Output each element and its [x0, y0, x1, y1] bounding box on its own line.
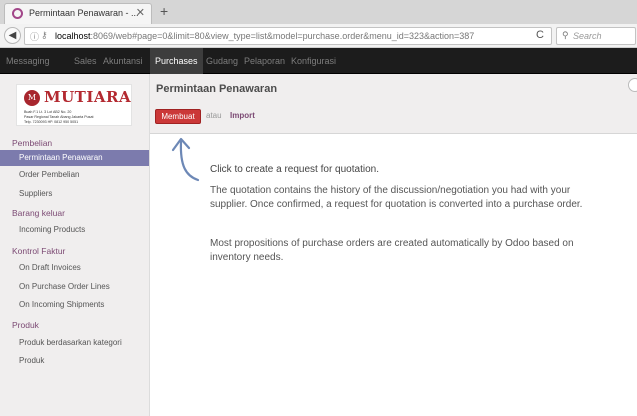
- create-button[interactable]: Membuat: [155, 109, 201, 124]
- settings-circle-icon[interactable]: [628, 78, 637, 92]
- url-path: :8069/web#page=0&limit=80&view_type=list…: [90, 31, 475, 41]
- help-lead-text: Click to create a request for quotation.: [210, 164, 379, 175]
- logo-emblem-icon: M: [24, 90, 40, 106]
- sidebar-heading-barang-keluar: Barang keluar: [12, 208, 65, 218]
- menu-item-purchases[interactable]: Purchases: [150, 48, 203, 74]
- tab-title: Permintaan Penawaran - ...: [29, 8, 139, 18]
- top-menu: Messaging Sales Akuntansi Purchases Guda…: [0, 48, 637, 74]
- sidebar-item-on-draft-invoices[interactable]: On Draft Invoices: [0, 260, 149, 276]
- main-content: Permintaan Penawaran Membuat atau Import…: [150, 74, 637, 416]
- sidebar-item-order-pembelian[interactable]: Order Pembelian: [0, 167, 149, 183]
- address-bar[interactable]: ⓘ ⚷ localhost:8069/web#page=0&limit=80&v…: [24, 27, 552, 45]
- close-tab-icon[interactable]: ✕: [136, 6, 145, 19]
- import-link[interactable]: Import: [230, 111, 255, 120]
- menu-item-akuntansi[interactable]: Akuntansi: [103, 56, 143, 66]
- menu-item-konfigurasi[interactable]: Konfigurasi: [291, 56, 336, 66]
- sidebar-item-permintaan-penawaran[interactable]: Permintaan Penawaran: [0, 150, 149, 166]
- menu-item-gudang[interactable]: Gudang: [206, 56, 238, 66]
- logo-address: Buah F.1 Lt. 3 Lot AB2 No. 20: [24, 110, 72, 114]
- search-icon: ⚲: [562, 30, 569, 40]
- menu-item-pelaporan[interactable]: Pelaporan: [244, 56, 285, 66]
- sidebar-heading-kontrol-faktur: Kontrol Faktur: [12, 246, 66, 256]
- help-paragraph-1: The quotation contains the history of th…: [210, 185, 583, 210]
- search-placeholder: Search: [573, 31, 602, 41]
- sidebar-heading-produk: Produk: [12, 320, 39, 330]
- logo-address-2: Pasar Regional Tanah Abang Jakarta Pusat: [24, 115, 94, 119]
- key-icon: ⚷: [41, 30, 48, 40]
- or-label: atau: [206, 111, 222, 120]
- info-icon[interactable]: ⓘ: [30, 30, 39, 43]
- control-panel: Permintaan Penawaran Membuat atau Import: [150, 74, 637, 134]
- menu-item-sales[interactable]: Sales: [74, 56, 97, 66]
- url-text[interactable]: localhost:8069/web#page=0&limit=80&view_…: [55, 31, 474, 41]
- odoo-favicon-icon: [12, 8, 23, 19]
- menu-item-messaging[interactable]: Messaging: [6, 56, 50, 66]
- logo-phone: Telp. 7230093 HP. 0812 950 5051: [24, 120, 79, 124]
- page-title: Permintaan Penawaran: [156, 83, 278, 95]
- back-icon[interactable]: ◀: [4, 27, 21, 44]
- browser-tab[interactable]: Permintaan Penawaran - ... ✕: [4, 3, 152, 24]
- logo-name: MUTIARA: [44, 88, 132, 106]
- sidebar-item-on-incoming-shipments[interactable]: On Incoming Shipments: [0, 297, 149, 313]
- sidebar-item-produk[interactable]: Produk: [0, 353, 149, 369]
- arrow-up-icon: [171, 137, 200, 182]
- sidebar-item-produk-berdasarkan-kategori[interactable]: Produk berdasarkan kategori: [0, 335, 149, 351]
- help-paragraph-2: Most propositions of purchase orders are…: [210, 238, 574, 263]
- new-tab-icon[interactable]: +: [160, 3, 168, 19]
- reload-icon[interactable]: C: [536, 29, 544, 41]
- browser-window: Permintaan Penawaran - ... ✕ + ◀ ⓘ ⚷ loc…: [0, 0, 637, 416]
- search-box[interactable]: ⚲ Search: [556, 27, 636, 45]
- url-host: localhost: [55, 31, 91, 41]
- sidebar-item-incoming-products[interactable]: Incoming Products: [0, 222, 149, 238]
- sidebar-item-on-purchase-order-lines[interactable]: On Purchase Order Lines: [0, 279, 149, 295]
- sidebar-heading-pembelian: Pembelian: [12, 138, 53, 148]
- sidebar-item-suppliers[interactable]: Suppliers: [0, 186, 149, 202]
- company-logo[interactable]: M MUTIARA Buah F.1 Lt. 3 Lot AB2 No. 20 …: [16, 84, 132, 126]
- navigation-bar: ◀ ⓘ ⚷ localhost:8069/web#page=0&limit=80…: [0, 24, 637, 48]
- sidebar: M MUTIARA Buah F.1 Lt. 3 Lot AB2 No. 20 …: [0, 74, 150, 416]
- tab-strip: Permintaan Penawaran - ... ✕ +: [0, 0, 637, 24]
